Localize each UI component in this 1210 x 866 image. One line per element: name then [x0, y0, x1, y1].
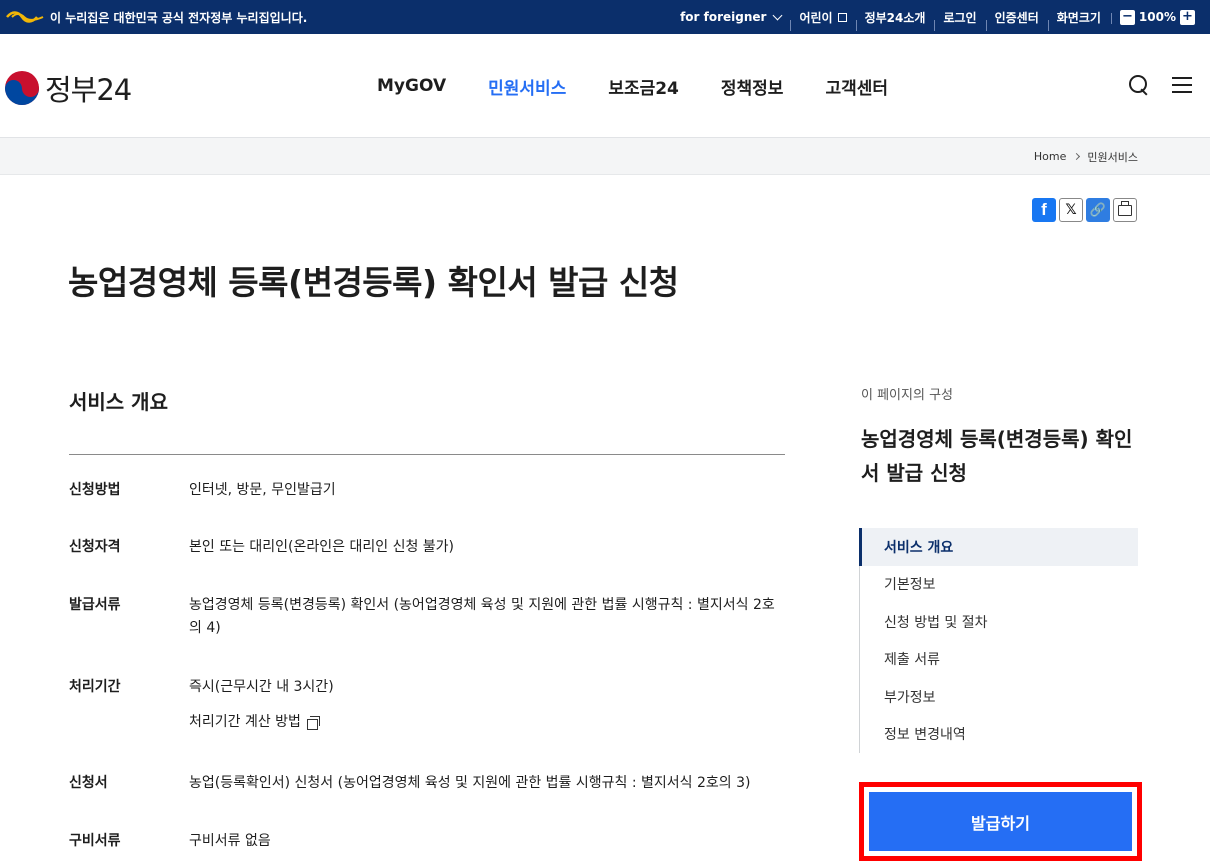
info-row-qualification: 신청자격 본인 또는 대리인(온라인은 대리인 신청 불가) [69, 536, 785, 559]
info-key: 신청방법 [69, 482, 121, 498]
issue-button-highlight: 발급하기 [859, 782, 1142, 861]
x-twitter-icon[interactable]: 𝕏 [1059, 198, 1083, 222]
info-key: 구비서류 [69, 833, 121, 849]
breadcrumb-civil-service[interactable]: 민원서비스 [1087, 149, 1138, 165]
foreigner-link[interactable]: for foreigner [671, 10, 790, 24]
screen-size: 화면크기 − 100% + [1047, 9, 1204, 31]
zoom-label: 화면크기 [1056, 10, 1101, 25]
login-link[interactable]: 로그인 [934, 9, 985, 31]
info-row-application-form: 신청서 농업(등록확인서) 신청서 (농어업경영체 육성 및 지원에 관한 법률… [69, 772, 785, 795]
copy-link-icon[interactable]: 🔗 [1086, 198, 1110, 222]
info-key: 신청서 [69, 775, 108, 791]
search-icon[interactable] [1128, 74, 1150, 96]
certificate-center-link[interactable]: 인증센터 [985, 9, 1048, 31]
nav-policy-info[interactable]: 정책정보 [700, 74, 805, 99]
info-value: 인터넷, 방문, 무인발급기 [189, 482, 336, 498]
info-value: 구비서류 없음 [189, 833, 271, 849]
zoom-value: 100% [1138, 10, 1176, 24]
toc-item-change-history[interactable]: 정보 변경내역 [860, 716, 1138, 754]
gov24-intro-link[interactable]: 정부24소개 [855, 9, 935, 31]
chevron-right-icon [1073, 152, 1081, 161]
issue-button[interactable]: 발급하기 [869, 792, 1132, 851]
gov-notice-text: 이 누리집은 대한민국 공식 전자정부 누리집입니다. [50, 10, 308, 25]
menu-icon[interactable] [1172, 76, 1192, 94]
gov-banner: 이 누리집은 대한민국 공식 전자정부 누리집입니다. for foreigne… [0, 0, 1210, 34]
info-key: 처리기간 [69, 679, 121, 695]
external-link-icon [837, 12, 847, 22]
toc-item-additional-info[interactable]: 부가정보 [860, 678, 1138, 716]
print-icon[interactable] [1113, 198, 1137, 222]
info-row-processing-time: 처리기간 즉시(근무시간 내 3시간) 처리기간 계산 방법 [69, 676, 785, 734]
info-row-document: 발급서류 농업경영체 등록(변경등록) 확인서 (농어업경영체 육성 및 지원에… [69, 594, 785, 640]
taegeuk-icon [5, 71, 39, 105]
info-value: 본인 또는 대리인(온라인은 대리인 신청 불가) [189, 539, 455, 555]
breadcrumb-bar: Home 민원서비스 [0, 138, 1210, 175]
toc-title: 농업경영체 등록(변경등록) 확인서 발급 신청 [861, 427, 1133, 485]
chevron-down-icon [773, 10, 783, 20]
nav-mygov[interactable]: MyGOV [356, 76, 467, 96]
gov24-logo[interactable]: 정부24 [5, 67, 132, 109]
page-title: 농업경영체 등록(변경등록) 확인서 발급 신청 [68, 263, 679, 302]
nav-civil-service[interactable]: 민원서비스 [467, 74, 587, 99]
toc-item-documents[interactable]: 제출 서류 [860, 641, 1138, 679]
zoom-out-button[interactable]: − [1119, 9, 1135, 25]
korea-symbol-icon [6, 11, 44, 23]
section-divider [69, 454, 785, 455]
info-key: 발급서류 [69, 597, 121, 613]
toc-item-procedure[interactable]: 신청 방법 및 절차 [860, 603, 1138, 641]
breadcrumb-home[interactable]: Home [1034, 150, 1066, 163]
children-link[interactable]: 어린이 [790, 9, 855, 31]
toc-caption: 이 페이지의 구성 [861, 388, 953, 403]
toc-item-overview[interactable]: 서비스 개요 [859, 528, 1138, 566]
share-tools: f 𝕏 🔗 [1032, 198, 1137, 222]
logo-text: 정부24 [45, 73, 132, 107]
gov-notice: 이 누리집은 대한민국 공식 전자정부 누리집입니다. [6, 0, 307, 34]
info-value: 농업(등록확인서) 신청서 (농어업경영체 육성 및 지원에 관한 법률 시행규… [189, 775, 751, 791]
site-header: 정부24 MyGOV 민원서비스 보조금24 정책정보 고객센터 [0, 34, 1210, 138]
facebook-icon[interactable]: f [1032, 198, 1056, 222]
info-row-required-docs: 구비서류 구비서류 없음 [69, 830, 785, 853]
info-value: 즉시(근무시간 내 3시간) [189, 679, 334, 695]
popup-icon [306, 715, 320, 730]
breadcrumb: Home 민원서비스 [1034, 138, 1138, 175]
info-row-method: 신청방법 인터넷, 방문, 무인발급기 [69, 479, 785, 502]
processing-time-calc-link[interactable]: 처리기간 계산 방법 [189, 711, 320, 734]
main-nav: MyGOV 민원서비스 보조금24 정책정보 고객센터 [356, 34, 909, 138]
nav-subsidy24[interactable]: 보조금24 [587, 74, 700, 99]
toc-item-basic-info[interactable]: 기본정보 [860, 566, 1138, 604]
toc-list: 서비스 개요 기본정보 신청 방법 및 절차 제출 서류 부가정보 정보 변경내… [859, 528, 1138, 753]
section-title: 서비스 개요 [69, 390, 168, 414]
nav-customer-center[interactable]: 고객센터 [804, 74, 909, 99]
info-value: 농업경영체 등록(변경등록) 확인서 (농어업경영체 육성 및 지원에 관한 법… [189, 597, 775, 636]
zoom-in-button[interactable]: + [1180, 9, 1195, 25]
info-key: 신청자격 [69, 539, 121, 555]
